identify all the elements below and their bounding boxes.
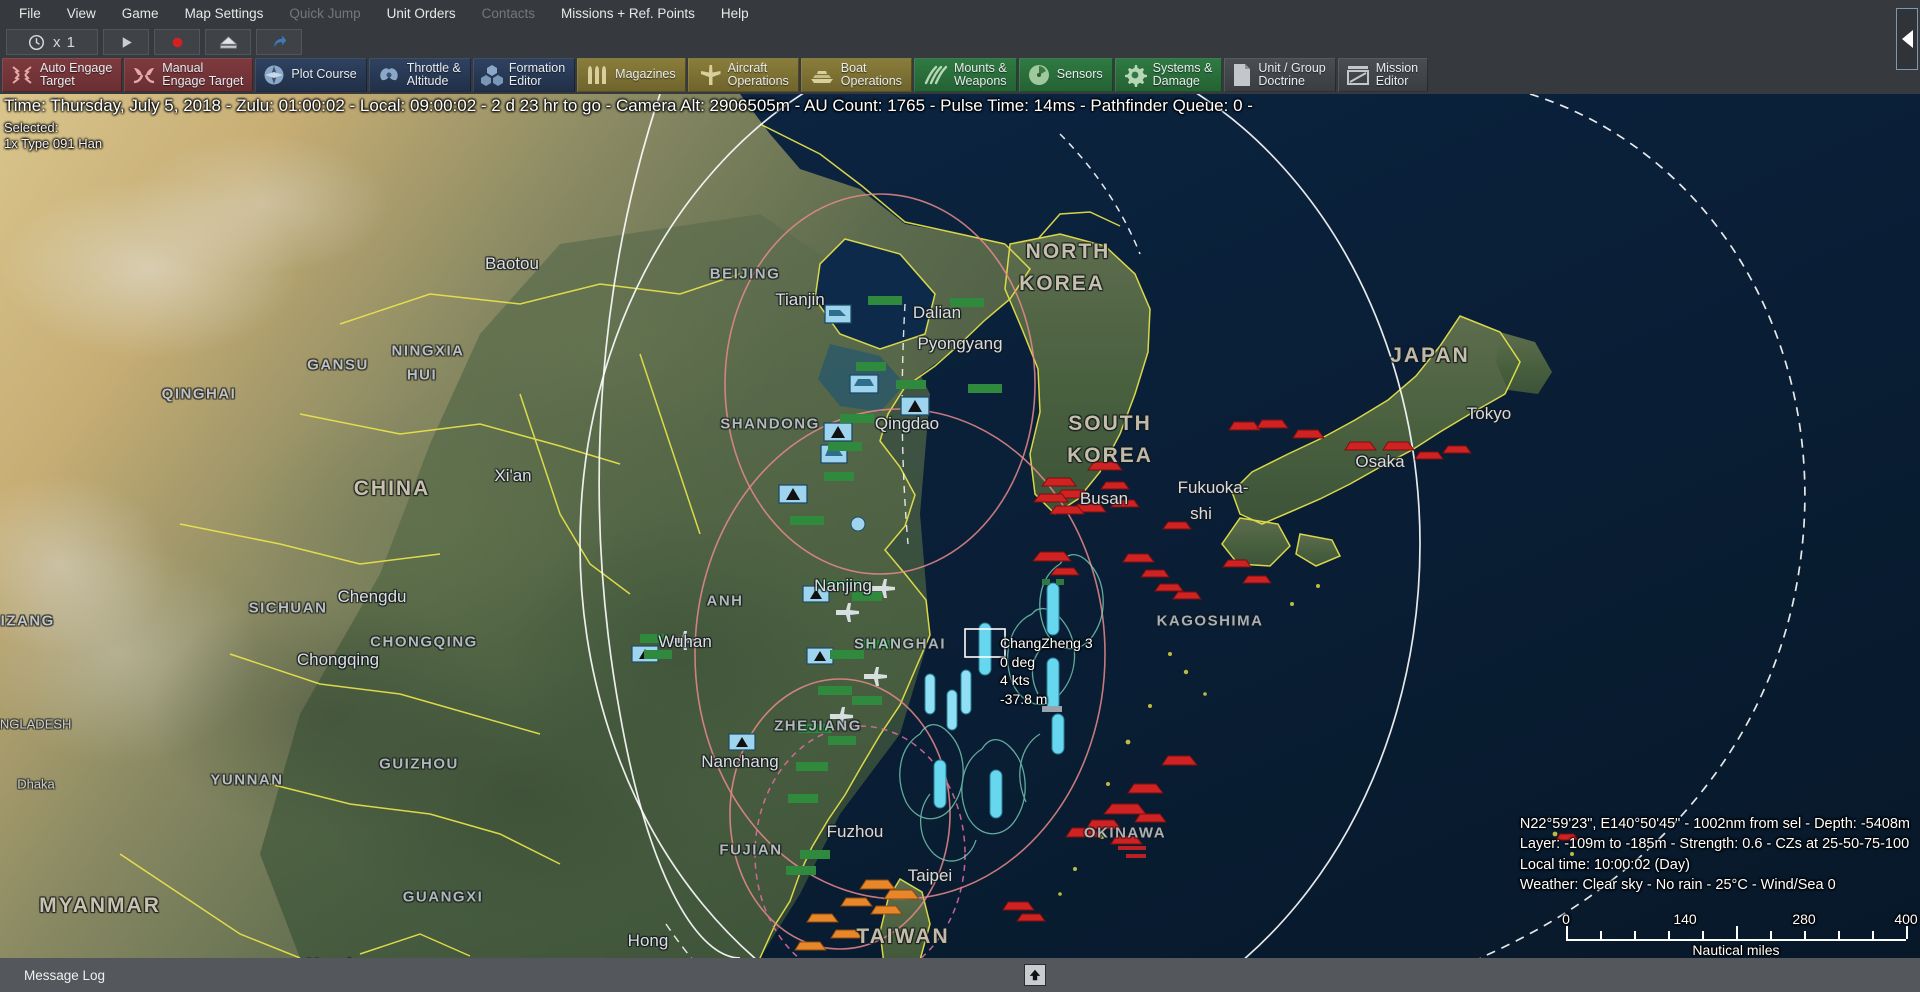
toolbar-mission-editor-button[interactable]: Mission Editor — [1338, 58, 1428, 92]
plot-course-icon — [263, 64, 285, 86]
record-icon — [170, 35, 185, 50]
menu-item-contacts: Contacts — [469, 3, 548, 24]
play-button[interactable] — [103, 29, 149, 55]
menu-item-help[interactable]: Help — [708, 3, 762, 24]
play-icon — [119, 35, 134, 50]
auto-engage-icon — [10, 64, 34, 86]
message-log-bar[interactable]: Message Log — [0, 958, 1920, 992]
magazines-icon — [585, 64, 609, 86]
toolbar-unit-group-doctrine-button[interactable]: Unit / Group Doctrine — [1224, 58, 1335, 92]
collapse-left-icon[interactable] — [1896, 8, 1918, 70]
time-control-bar: x 1 — [0, 26, 1920, 58]
toolbar-manual-engage-target-button[interactable]: Manual Engage Target — [124, 58, 253, 92]
left-arrow-icon — [1902, 30, 1913, 48]
toolbar-formation-editor-button[interactable]: Formation Editor — [473, 58, 575, 92]
toolbar-mounts-weapons-button[interactable]: Mounts & Weapons — [914, 58, 1017, 92]
toolbar-button-label: Auto Engage Target — [40, 62, 112, 89]
expand-up-icon[interactable] — [1024, 964, 1046, 986]
sensors-icon — [1027, 63, 1051, 87]
menu-item-view[interactable]: View — [54, 3, 109, 24]
toolbar-throttle-altitude-button[interactable]: Throttle & Altitude — [369, 58, 471, 92]
doctrine-icon — [1232, 63, 1252, 87]
gear-icon — [1123, 63, 1147, 87]
toolbar-sensors-button[interactable]: Sensors — [1019, 58, 1113, 92]
application-window: FileViewGameMap SettingsQuick JumpUnit O… — [0, 0, 1920, 992]
toolbar-magazines-button[interactable]: Magazines — [577, 58, 685, 92]
manual-engage-icon — [132, 64, 156, 86]
menu-item-unit-orders[interactable]: Unit Orders — [374, 3, 469, 24]
share-arrow-icon — [271, 34, 287, 50]
clock-icon — [28, 34, 45, 51]
toolbar-button-label: Systems & Damage — [1153, 62, 1213, 89]
aircraft-icon — [696, 65, 722, 85]
message-log-label: Message Log — [6, 968, 1024, 983]
boat-icon — [809, 65, 835, 85]
toolbar-auto-engage-target-button[interactable]: Auto Engage Target — [2, 58, 122, 92]
mission-editor-icon — [1346, 64, 1370, 86]
toolbar-systems-damage-button[interactable]: Systems & Damage — [1115, 58, 1223, 92]
map-canvas — [0, 94, 1920, 958]
toolbar-button-label: Formation Editor — [509, 62, 565, 89]
menu-bar: FileViewGameMap SettingsQuick JumpUnit O… — [0, 0, 1920, 26]
map-viewport[interactable]: BEIJINGTianjinDalianPyongyangNORTHKOREAS… — [0, 94, 1920, 958]
menu-item-quick-jump: Quick Jump — [276, 3, 373, 24]
menu-item-map-settings[interactable]: Map Settings — [172, 3, 277, 24]
toolbar-button-label: Plot Course — [291, 68, 356, 82]
toolbar-button-label: Aircraft Operations — [728, 62, 789, 89]
main-toolbar: Auto Engage Target Manual Engage Target Pl… — [0, 56, 1920, 94]
speed-multiplier-label: x 1 — [53, 34, 76, 51]
toolbar-button-label: Sensors — [1057, 68, 1103, 82]
toolbar-button-label: Unit / Group Doctrine — [1258, 62, 1325, 89]
throttle-icon — [377, 64, 401, 86]
menu-item-game[interactable]: Game — [109, 3, 172, 24]
menu-item-missions-ref-points[interactable]: Missions + Ref. Points — [548, 3, 708, 24]
toolbar-button-label: Mounts & Weapons — [954, 62, 1007, 89]
toolbar-aircraft-operations-button[interactable]: Aircraft Operations — [688, 58, 799, 92]
arrow-up-icon — [1028, 968, 1042, 982]
formation-icon — [481, 64, 503, 86]
record-button[interactable] — [154, 29, 200, 55]
menu-item-file[interactable]: File — [6, 3, 54, 24]
toolbar-button-label: Throttle & Altitude — [407, 62, 461, 89]
toolbar-button-label: Boat Operations — [841, 62, 902, 89]
share-button[interactable] — [256, 29, 302, 55]
toolbar-button-label: Magazines — [615, 68, 675, 82]
mounts-weapons-icon — [922, 64, 948, 86]
toolbar-boat-operations-button[interactable]: Boat Operations — [801, 58, 912, 92]
clock-speed-button[interactable]: x 1 — [6, 29, 98, 55]
layers-icon — [219, 35, 238, 50]
toolbar-plot-course-button[interactable]: Plot Course — [255, 58, 366, 92]
toolbar-button-label: Manual Engage Target — [162, 62, 243, 89]
toolbar-button-label: Mission Editor — [1376, 62, 1418, 89]
layers-button[interactable] — [205, 29, 251, 55]
